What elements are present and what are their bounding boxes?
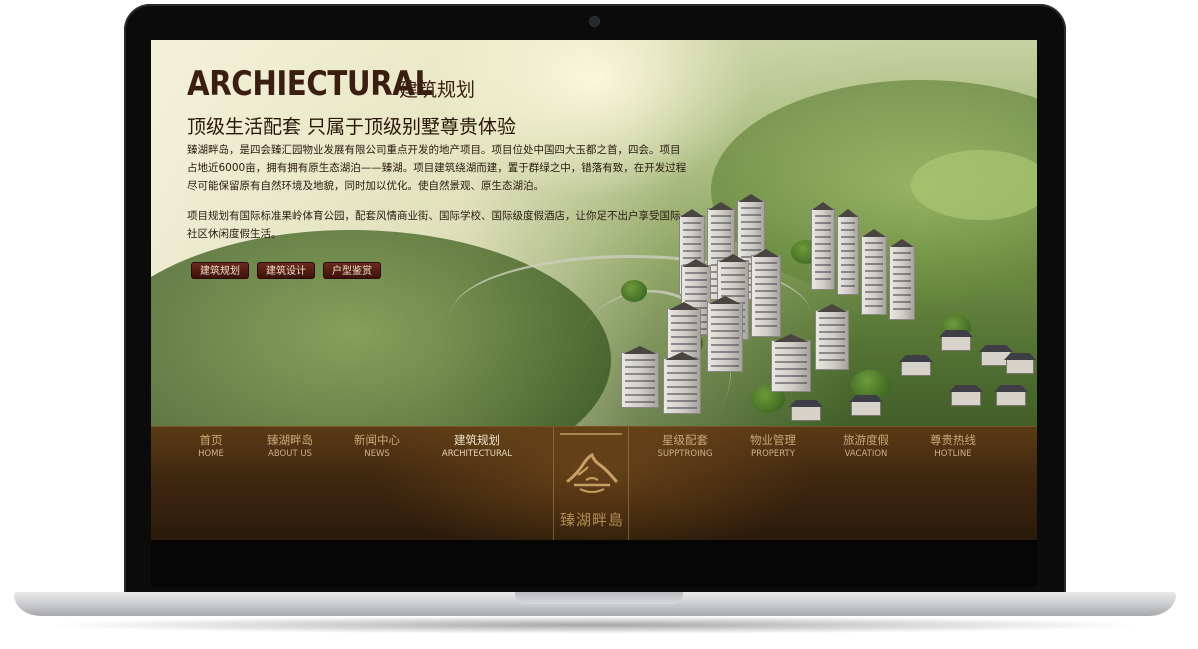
nav-label-cn: 物业管理 — [750, 433, 796, 447]
logo-ornament — [560, 433, 622, 439]
apartment-tower — [751, 249, 781, 337]
nav-label-en: SUPPTROING — [657, 449, 713, 459]
nav-label-cn: 建筑规划 — [454, 433, 500, 447]
villa — [899, 355, 933, 376]
apartment-tower — [861, 229, 887, 315]
heading-english: ARCHIECTURAL — [187, 64, 433, 104]
main-navigation: 首页 HOME 臻湖畔岛 ABOUT US 新闻中心 NEWS 建筑规划 ARC… — [151, 426, 1037, 540]
planning-paragraph: 项目规划有国际标准果岭体育公园，配套风情商业街、国际学校、国际级度假酒店，让你足… — [187, 210, 681, 240]
nav-supporting[interactable]: 星级配套 SUPPTROING — [635, 433, 735, 460]
villa — [949, 385, 983, 406]
apartment-tower — [621, 346, 659, 408]
nav-vacation[interactable]: 旅游度假 VACATION — [816, 433, 916, 460]
floorplan-gallery-button[interactable]: 户型鉴赏 — [323, 262, 381, 279]
apartment-tower — [707, 296, 743, 372]
site-logo[interactable]: 臻湖畔島 — [553, 427, 629, 540]
nav-label-en: PROPERTY — [751, 449, 795, 459]
nav-label-en: ABOUT US — [268, 449, 312, 459]
apartment-tower — [663, 352, 701, 414]
nav-label-en: VACATION — [844, 449, 888, 459]
nav-label-en: ARCHITECTURAL — [441, 449, 513, 459]
villa — [994, 385, 1028, 406]
nav-architectural[interactable]: 建筑规划 ARCHITECTURAL — [427, 433, 527, 460]
screen-bottom-bezel — [151, 540, 1037, 586]
nav-hotline[interactable]: 尊贵热线 HOTLINE — [903, 433, 1003, 460]
section-buttons: 建筑规划 建筑设计 户型鉴赏 — [191, 262, 381, 279]
nav-label-cn: 新闻中心 — [354, 433, 400, 447]
webcam-icon — [590, 17, 599, 26]
nav-label-en: HOTLINE — [934, 449, 972, 459]
intro-paragraph: 臻湖畔岛，是四会臻汇园物业发展有限公司重点开发的地产项目。项目位处中国四大玉都之… — [187, 144, 687, 192]
architecture-planning-button[interactable]: 建筑规划 — [191, 262, 249, 279]
logo-wordmark: 臻湖畔島 — [559, 511, 624, 529]
apartment-tower — [815, 304, 849, 370]
villa — [789, 400, 823, 421]
architecture-design-button[interactable]: 建筑设计 — [257, 262, 315, 279]
apartment-tower — [837, 209, 859, 295]
hero-banner: ARCHIECTURAL 建筑规划 顶级生活配套 只属于顶级别墅尊贵体验 臻湖畔… — [151, 40, 1037, 490]
nav-label-cn: 臻湖畔岛 — [267, 433, 313, 447]
tree — [621, 280, 647, 302]
nav-property[interactable]: 物业管理 PROPERTY — [723, 433, 823, 460]
website-screen: ARCHIECTURAL 建筑规划 顶级生活配套 只属于顶级别墅尊贵体验 臻湖畔… — [151, 40, 1037, 540]
nav-label-cn: 星级配套 — [662, 433, 708, 447]
villa — [849, 395, 883, 416]
apartment-tower — [811, 202, 835, 290]
laptop-shadow — [40, 616, 1150, 634]
villa — [939, 330, 973, 351]
laptop-open-notch — [515, 592, 683, 604]
nav-label-cn: 旅游度假 — [843, 433, 889, 447]
nav-news[interactable]: 新闻中心 NEWS — [327, 433, 427, 460]
page-heading: ARCHIECTURAL 建筑规划 — [187, 64, 475, 104]
nav-label-cn: 尊贵热线 — [930, 433, 976, 447]
villa — [1004, 353, 1036, 374]
apartment-tower — [889, 239, 915, 320]
mountain-logo-icon — [566, 452, 618, 493]
nav-about-us[interactable]: 臻湖畔岛 ABOUT US — [240, 433, 340, 460]
nav-label-en: NEWS — [364, 449, 390, 459]
apartment-tower — [771, 334, 811, 392]
page-subtitle: 顶级生活配套 只属于顶级别墅尊贵体验 — [187, 116, 517, 138]
